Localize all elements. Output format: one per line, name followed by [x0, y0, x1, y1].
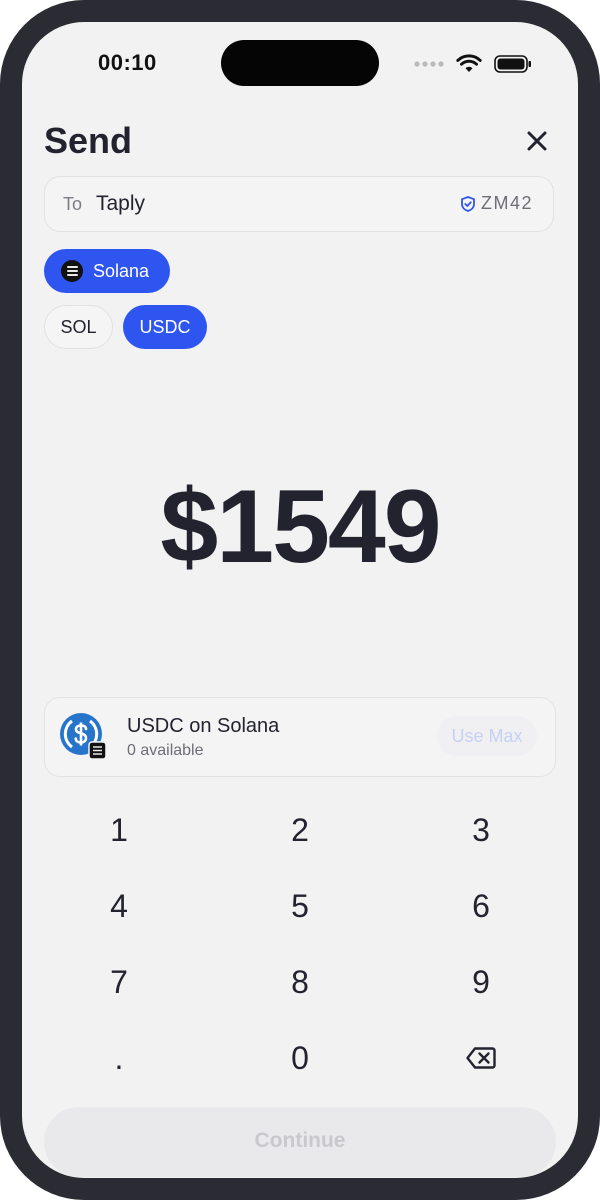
key-0[interactable]: 0	[240, 1026, 360, 1090]
app-screen: 00:10 Send To Taply ZM42 Solana SOL USDC…	[22, 22, 578, 1178]
token-chip-usdc[interactable]: USDC	[123, 305, 207, 349]
use-max-button[interactable]: Use Max	[437, 716, 537, 756]
solana-icon	[61, 260, 83, 282]
asset-name: USDC on Solana	[127, 715, 280, 737]
key-5[interactable]: 5	[240, 874, 360, 938]
key-2[interactable]: 2	[240, 798, 360, 862]
key-8[interactable]: 8	[240, 950, 360, 1014]
key-6[interactable]: 6	[421, 874, 541, 938]
amount-display: $1549	[160, 469, 441, 585]
network-selector[interactable]: Solana	[44, 249, 170, 293]
key-1[interactable]: 1	[59, 798, 179, 862]
wifi-icon	[456, 54, 482, 72]
battery-icon	[494, 55, 531, 73]
continue-button[interactable]: Continue	[44, 1107, 556, 1177]
recipient-label: To	[63, 194, 83, 214]
token-chip-sol[interactable]: SOL	[44, 305, 113, 349]
key-7[interactable]: 7	[59, 950, 179, 1014]
asset-available: 0 available	[127, 742, 204, 759]
key-9[interactable]: 9	[421, 950, 541, 1014]
network-label: Solana	[92, 260, 150, 281]
phone-frame: 00:10 Send To Taply ZM42 Solana SOL USDC…	[0, 0, 600, 1200]
usdc-icon	[60, 713, 107, 760]
backspace-button[interactable]	[421, 1026, 541, 1090]
recipient-code-badge: ZM42	[461, 193, 533, 214]
key-decimal[interactable]: .	[59, 1026, 179, 1090]
recipient-field[interactable]: To Taply ZM42	[44, 176, 554, 232]
asset-card[interactable]: USDC on Solana 0 available Use Max	[44, 697, 556, 777]
shield-icon	[461, 195, 475, 212]
status-time: 00:10	[98, 50, 157, 75]
close-icon[interactable]	[522, 126, 552, 156]
key-3[interactable]: 3	[421, 798, 541, 862]
page-title: Send	[44, 120, 133, 161]
cellular-icon	[414, 61, 444, 67]
key-4[interactable]: 4	[59, 874, 179, 938]
recipient-name: Taply	[96, 192, 146, 215]
status-icons	[414, 52, 532, 76]
backspace-icon	[466, 1047, 496, 1069]
dynamic-island	[221, 40, 379, 86]
recipient-code: ZM42	[480, 193, 533, 213]
